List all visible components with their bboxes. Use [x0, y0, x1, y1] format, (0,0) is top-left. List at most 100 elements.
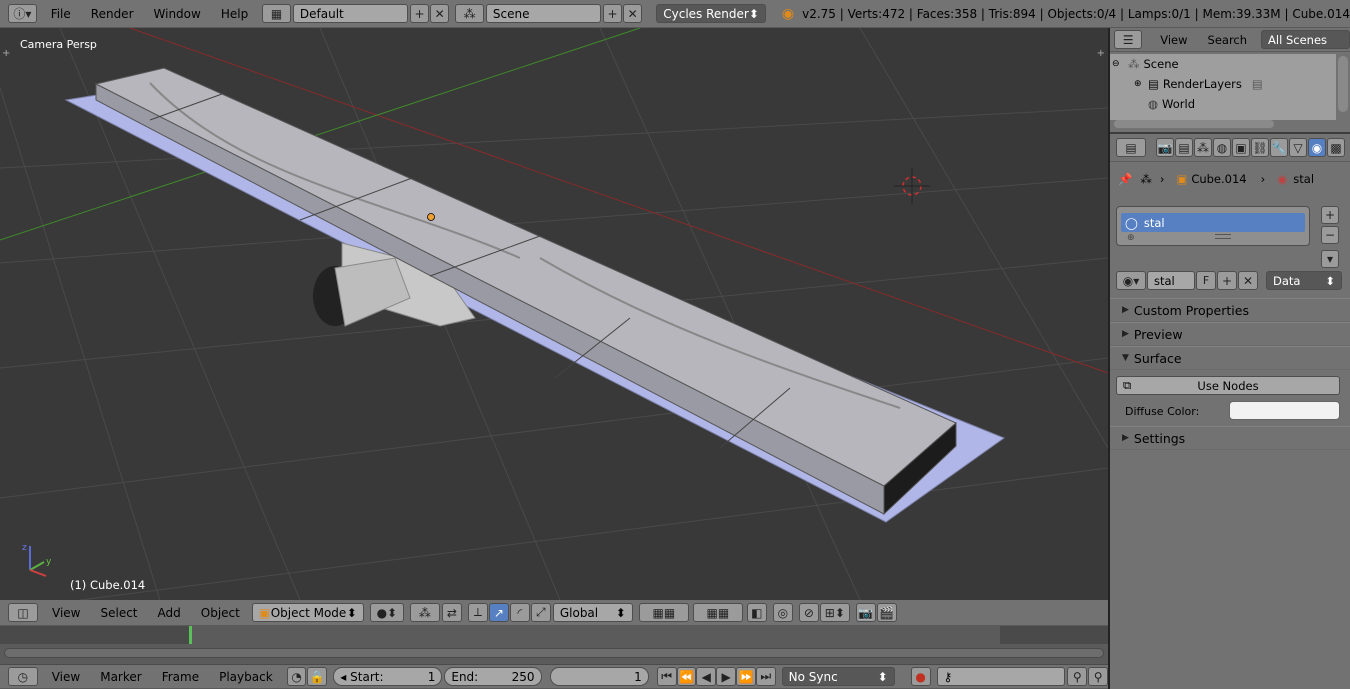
pin-icon[interactable]: 📌: [1118, 172, 1132, 186]
current-frame-field[interactable]: 1: [549, 667, 649, 686]
snap-toggle-icon[interactable]: ⊘: [798, 603, 819, 622]
fake-user-button[interactable]: F: [1196, 271, 1216, 290]
jump-keyframe-forward-icon[interactable]: ⏩: [736, 667, 756, 686]
transform-orientation-select[interactable]: Global ⬍: [552, 603, 633, 622]
play-icon[interactable]: ▶: [716, 667, 737, 686]
scene-field[interactable]: Scene: [485, 4, 601, 23]
lock-range-icon[interactable]: 🔒: [307, 667, 328, 686]
menu-view[interactable]: View: [42, 670, 90, 684]
browse-material-icon[interactable]: ◉▾: [1116, 271, 1146, 290]
region-expand-left-icon[interactable]: +: [2, 48, 10, 59]
menu-playback[interactable]: Playback: [209, 670, 283, 684]
menu-render[interactable]: Render: [81, 7, 144, 21]
display-mode-select[interactable]: All Scenes: [1261, 30, 1350, 49]
remove-slot-icon[interactable]: −: [1321, 226, 1339, 244]
render-animation-icon[interactable]: 🎬: [876, 603, 897, 622]
object-origin[interactable]: [427, 213, 435, 221]
material-name-field[interactable]: stal: [1147, 271, 1195, 290]
play-reverse-icon[interactable]: ◀: [696, 667, 717, 686]
material-slot-list[interactable]: ◯ stal ⊕: [1116, 206, 1310, 246]
region-expand-right-icon[interactable]: +: [1097, 48, 1105, 59]
add-layout-icon[interactable]: +: [409, 4, 430, 23]
delete-keyframe-icon[interactable]: ⚲: [1088, 667, 1109, 686]
menu-file[interactable]: File: [41, 7, 81, 21]
menu-help[interactable]: Help: [211, 7, 258, 21]
outliner-vscrollbar[interactable]: [1338, 56, 1348, 112]
menu-object[interactable]: Object: [191, 606, 250, 620]
viewport-shading-icon[interactable]: ●⬍: [369, 603, 404, 622]
preview-range-icon[interactable]: ◔: [286, 667, 307, 686]
screen-layout-icon[interactable]: ▦: [262, 4, 291, 23]
viewport-canvas[interactable]: z y: [0, 28, 1108, 600]
record-icon[interactable]: ●: [910, 667, 931, 686]
menu-select[interactable]: Select: [90, 606, 147, 620]
use-nodes-button[interactable]: ⧉ Use Nodes: [1116, 376, 1340, 395]
lock-camera-icon[interactable]: ◧: [746, 603, 767, 622]
add-scene-icon[interactable]: +: [602, 4, 623, 23]
jump-keyframe-back-icon[interactable]: ⏪: [676, 667, 697, 686]
screen-layout-field[interactable]: Default: [292, 4, 408, 23]
tree-item-scene[interactable]: ⊖ ⁂ Scene: [1110, 54, 1336, 74]
menu-window[interactable]: Window: [144, 7, 211, 21]
collapse-icon[interactable]: ⊖: [1112, 59, 1128, 69]
data-tab-icon[interactable]: ▽: [1289, 138, 1307, 157]
editor-type-info-icon[interactable]: ⓘ▾: [8, 4, 37, 23]
drain-side[interactable]: [95, 83, 885, 515]
material-slot-row[interactable]: ◯ stal: [1121, 213, 1305, 232]
menu-frame[interactable]: Frame: [152, 670, 209, 684]
render-preview-icon[interactable]: 📷: [855, 603, 876, 622]
layer-toggle-icon[interactable]: ▤: [1252, 77, 1263, 91]
menu-search[interactable]: Search: [1198, 33, 1258, 47]
current-frame-marker[interactable]: [189, 626, 192, 644]
scale-icon[interactable]: ⤢: [530, 603, 551, 622]
menu-view[interactable]: View: [42, 606, 90, 620]
keying-set-field[interactable]: ⚷: [936, 667, 1066, 686]
constraints-tab-icon[interactable]: ⛓: [1251, 138, 1269, 157]
object-tab-icon[interactable]: ▣: [1232, 138, 1250, 157]
add-slot-icon[interactable]: +: [1321, 206, 1339, 224]
pivot-point-icon[interactable]: ⁂: [409, 603, 440, 622]
texture-tab-icon[interactable]: ▩: [1327, 138, 1345, 157]
scene-tab-icon[interactable]: ⁂: [1194, 138, 1212, 157]
list-grip-icon[interactable]: [1215, 234, 1231, 239]
tree-item-world[interactable]: ◍ World: [1110, 94, 1336, 114]
pipe-body[interactable]: [334, 257, 411, 327]
menu-add[interactable]: Add: [148, 606, 191, 620]
start-frame-field[interactable]: ◂ Start: 1: [333, 667, 443, 686]
diffuse-color-swatch[interactable]: [1229, 401, 1340, 420]
sync-mode-select[interactable]: No Sync ⬍: [781, 667, 895, 686]
mode-select[interactable]: ▣ Object Mode ⬍: [251, 603, 364, 622]
panel-preview[interactable]: ▶ Preview: [1110, 322, 1350, 346]
render-tab-icon[interactable]: 📷: [1156, 138, 1174, 157]
material-tab-icon[interactable]: ◉: [1308, 138, 1326, 157]
timeline-scrollbar[interactable]: [4, 648, 1104, 658]
slot-resize-icon[interactable]: ⊕: [1127, 233, 1135, 243]
editor-type-properties-icon[interactable]: ▤: [1116, 138, 1146, 157]
3d-cursor[interactable]: [894, 168, 930, 204]
outliner-hscrollbar[interactable]: [1114, 120, 1274, 128]
link-select[interactable]: Data ⬍: [1266, 271, 1342, 290]
panel-settings[interactable]: ▶ Settings: [1110, 426, 1350, 450]
panel-custom-properties[interactable]: ▶ Custom Properties: [1110, 298, 1350, 322]
unlink-material-icon[interactable]: ✕: [1238, 271, 1258, 290]
layers-a-icon[interactable]: ▦▦: [638, 603, 689, 622]
3d-viewport[interactable]: z y Camera Persp (1) Cube.014 + +: [0, 28, 1108, 600]
timeline[interactable]: -40-200204060801001201401601802002202402…: [0, 626, 1108, 664]
remove-layout-icon[interactable]: ✕: [430, 4, 450, 23]
render-layers-tab-icon[interactable]: ▤: [1175, 138, 1193, 157]
drain-model[interactable]: [64, 67, 1006, 523]
jump-start-icon[interactable]: ⏮: [656, 667, 677, 686]
new-material-icon[interactable]: +: [1217, 271, 1237, 290]
menu-view[interactable]: View: [1150, 33, 1197, 47]
editor-type-3d-icon[interactable]: ◫: [8, 603, 38, 622]
tree-item-renderlayers[interactable]: ⊕ ▤ RenderLayers ▤: [1110, 74, 1336, 94]
layers-b-icon[interactable]: ▦▦: [692, 603, 743, 622]
manipulator-toggle-icon[interactable]: ⇄: [441, 603, 462, 622]
editor-type-outliner-icon[interactable]: ☰: [1114, 30, 1143, 49]
render-engine-select[interactable]: Cycles Render ⬍: [656, 4, 766, 23]
expand-icon[interactable]: ⊕: [1134, 79, 1148, 89]
jump-end-icon[interactable]: ⏭: [755, 667, 776, 686]
translate-manipulator-icon[interactable]: ⟂: [467, 603, 488, 622]
slot-specials-icon[interactable]: ▾: [1321, 250, 1339, 268]
insert-keyframe-icon[interactable]: ⚲: [1067, 667, 1088, 686]
